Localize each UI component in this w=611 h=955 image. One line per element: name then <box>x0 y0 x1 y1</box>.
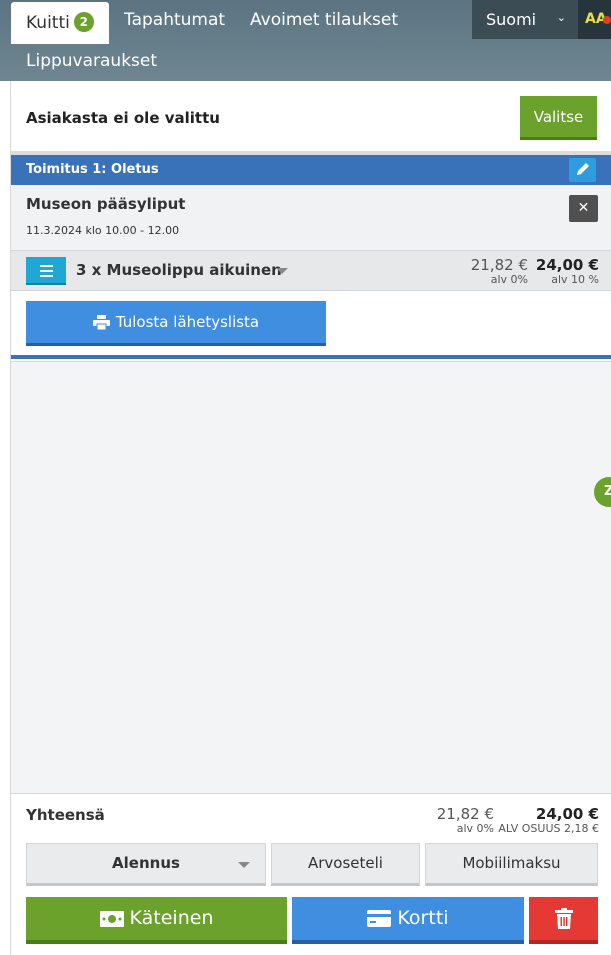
chevron-down-icon: ⌄ <box>556 11 566 24</box>
pencil-icon <box>577 163 589 175</box>
language-value: Suomi <box>486 10 537 29</box>
totals-gross-value: 24,00 € <box>535 805 599 823</box>
discount-button[interactable]: Alennus <box>26 843 266 886</box>
remove-event-button[interactable]: ✕ <box>569 195 598 222</box>
menu-icon <box>40 265 53 267</box>
cash-label: Käteinen <box>129 907 214 929</box>
tab-receipt[interactable]: Kuitti 2 <box>11 2 109 44</box>
mobile-payment-button[interactable]: Mobiilimaksu <box>425 843 598 886</box>
totals-gross: 24,00 € ALV OSUUS 2,18 € <box>498 805 599 835</box>
item-gross-value: 24,00 € <box>535 256 599 274</box>
card-payment-button[interactable]: Kortti <box>292 897 524 944</box>
receipt-empty-area <box>11 361 611 793</box>
delivery-header: Toimitus 1: Oletus <box>11 155 611 185</box>
top-navigation: Kuitti 2 Tapahtumat Avoimet tilaukset Lip… <box>0 0 611 81</box>
item-net-value: 21,82 € <box>470 256 528 274</box>
event-time: 11.3.2024 klo 10.00 - 12.00 <box>26 224 180 237</box>
item-gross-vat: alv 10 % <box>551 273 599 286</box>
cash-payment-button[interactable]: Käteinen <box>26 897 287 944</box>
totals-net-value: 21,82 € <box>436 805 494 823</box>
discount-label: Alennus <box>112 854 180 872</box>
receipt-count-badge: 2 <box>73 12 94 32</box>
card-label: Kortti <box>397 907 449 929</box>
tab-events[interactable]: Tapahtumat <box>124 10 225 30</box>
edit-delivery-button[interactable] <box>569 158 596 182</box>
tab-ticket-reservations[interactable]: Lippuvaraukset <box>26 51 157 71</box>
totals-vat-share: ALV OSUUS 2,18 € <box>498 822 599 835</box>
accessibility-button[interactable]: AA <box>578 0 611 39</box>
totals-net-vat: alv 0% <box>456 822 494 835</box>
delete-receipt-button[interactable] <box>529 897 598 944</box>
print-button-label: Tulosta lähetyslista <box>115 313 260 331</box>
tab-receipt-label: Kuitti <box>26 13 70 33</box>
line-item: 3 x Museolippu aikuinen 21,82 € alv 0% 2… <box>11 250 611 291</box>
close-icon: ✕ <box>577 200 590 216</box>
customer-row: Asiakasta ei ole valittu Valitse <box>11 81 611 151</box>
notification-dot-icon <box>603 16 611 24</box>
printer-icon <box>92 315 110 330</box>
totals-net: 21,82 € alv 0% <box>437 805 494 835</box>
trash-icon <box>554 908 573 929</box>
totals-row: Yhteensä 21,82 € alv 0% 24,00 € ALV OSUU… <box>11 793 611 841</box>
delivery-title: Toimitus 1: Oletus <box>26 162 159 177</box>
print-delivery-list-button[interactable]: Tulosta lähetyslista <box>26 301 326 346</box>
item-name[interactable]: 3 x Museolippu aikuinen <box>76 261 282 279</box>
item-net-vat: alv 0% <box>490 273 528 286</box>
item-menu-button[interactable] <box>26 257 66 285</box>
tab-open-orders[interactable]: Avoimet tilaukset <box>250 10 398 30</box>
voucher-button[interactable]: Arvoseteli <box>271 843 420 886</box>
divider <box>11 355 611 359</box>
caret-down-icon[interactable] <box>276 268 288 274</box>
credit-card-icon <box>367 910 392 927</box>
cash-icon <box>99 910 124 927</box>
select-customer-button[interactable]: Valitse <box>520 96 597 140</box>
totals-label: Yhteensä <box>26 806 105 824</box>
event-name: Museon pääsyliput <box>26 195 186 213</box>
item-net-price: 21,82 € alv 0% <box>471 256 528 286</box>
item-gross-price: 24,00 € alv 10 % <box>536 256 599 286</box>
caret-down-icon <box>238 862 250 868</box>
customer-status: Asiakasta ei ole valittu <box>26 109 220 127</box>
event-block: Museon pääsyliput 11.3.2024 klo 10.00 - … <box>11 185 611 250</box>
language-select[interactable]: Suomi ⌄ <box>472 0 578 39</box>
